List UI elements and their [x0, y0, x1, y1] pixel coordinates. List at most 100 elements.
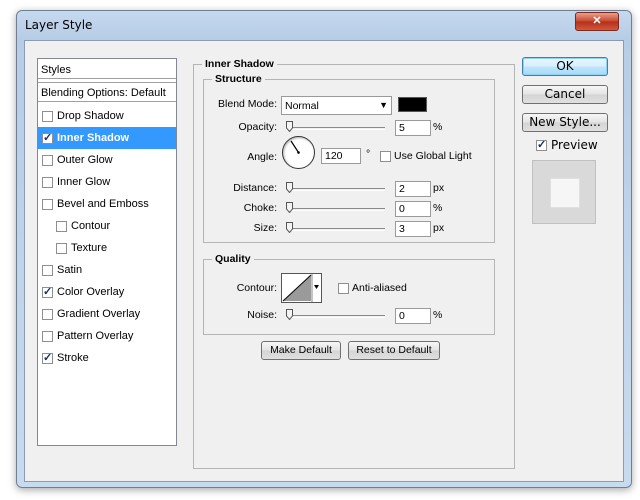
bevel-emboss-checkbox[interactable] — [42, 198, 53, 210]
choke-unit: % — [433, 202, 443, 214]
anti-aliased-checkbox[interactable] — [338, 283, 349, 294]
style-item-drop-shadow[interactable]: Drop Shadow — [38, 105, 176, 127]
angle-label: Angle: — [247, 151, 277, 163]
structure-title: Structure — [212, 73, 265, 85]
size-label: Size: — [253, 222, 277, 234]
size-input[interactable] — [395, 221, 431, 237]
close-button[interactable]: ✕ — [575, 12, 619, 31]
cancel-button[interactable]: Cancel — [522, 85, 608, 104]
style-item-texture[interactable]: Texture — [38, 237, 176, 259]
size-slider-track[interactable] — [288, 228, 385, 231]
distance-unit: px — [433, 182, 445, 194]
style-item-label: Bevel and Emboss — [57, 198, 149, 210]
ok-button[interactable]: OK — [522, 57, 608, 76]
use-global-light-checkbox[interactable] — [380, 151, 391, 162]
style-item-contour[interactable]: Contour — [38, 215, 176, 237]
structure-group: Structure Blend Mode: Normal ▼ Opacity: … — [203, 73, 495, 243]
noise-slider-track[interactable] — [288, 315, 385, 318]
chevron-down-icon: ▼ — [379, 100, 388, 110]
inner-shadow-checkbox[interactable] — [42, 131, 53, 144]
style-item-outer-glow[interactable]: Outer Glow — [38, 149, 176, 171]
opacity-input[interactable] — [395, 120, 431, 136]
styles-header[interactable]: Styles — [38, 59, 176, 79]
style-item-label: Texture — [71, 242, 108, 254]
shadow-color-swatch[interactable] — [398, 97, 427, 112]
angle-needle-icon — [290, 140, 300, 154]
panel-title: Inner Shadow — [202, 58, 277, 70]
style-item-label: Satin — [57, 264, 83, 276]
inner-glow-checkbox[interactable] — [42, 176, 53, 188]
style-item-stroke[interactable]: Stroke — [38, 347, 176, 369]
layer-style-dialog: Layer Style ✕ Styles Blending Options: D… — [16, 10, 632, 488]
inner-shadow-panel: Inner Shadow Structure Blend Mode: Norma… — [193, 58, 515, 469]
satin-checkbox[interactable] — [42, 264, 53, 276]
style-item-label: Contour — [71, 220, 111, 232]
pattern-overlay-checkbox[interactable] — [42, 330, 53, 342]
style-item-label: Outer Glow — [57, 154, 113, 166]
reset-to-default-button[interactable]: Reset to Default — [348, 341, 440, 360]
style-item-bevel-emboss[interactable]: Bevel and Emboss — [38, 193, 176, 215]
style-item-pattern-overlay[interactable]: Pattern Overlay — [38, 325, 176, 347]
size-slider-thumb[interactable] — [286, 222, 293, 233]
style-item-label: Gradient Overlay — [57, 308, 141, 320]
color-overlay-checkbox[interactable] — [42, 285, 53, 298]
noise-label: Noise: — [247, 309, 277, 321]
style-item-label: Inner Shadow — [57, 132, 130, 144]
blend-mode-select[interactable]: Normal ▼ — [281, 96, 392, 115]
style-item-label: Drop Shadow — [57, 110, 124, 122]
angle-input[interactable] — [321, 148, 361, 164]
opacity-slider-track[interactable] — [288, 127, 385, 130]
angle-dial[interactable] — [282, 136, 315, 169]
texture-checkbox[interactable] — [56, 242, 67, 254]
style-item-label: Inner Glow — [57, 176, 111, 188]
preview-checkbox[interactable] — [536, 138, 547, 151]
choke-slider-track[interactable] — [288, 208, 385, 211]
blend-mode-value: Normal — [285, 100, 319, 112]
dialog-client-area: Styles Blending Options: Default Drop Sh… — [24, 40, 624, 482]
quality-group: Quality Contour: Anti-aliased Noise: % — [203, 253, 495, 335]
choke-label: Choke: — [243, 202, 277, 214]
distance-slider-track[interactable] — [288, 188, 385, 191]
contour-preview-icon — [282, 274, 319, 302]
blend-mode-label: Blend Mode: — [218, 98, 277, 110]
style-item-color-overlay[interactable]: Color Overlay — [38, 281, 176, 303]
style-item-label: Pattern Overlay — [57, 330, 134, 342]
blending-options-item[interactable]: Blending Options: Default — [38, 82, 176, 102]
opacity-slider-thumb[interactable] — [286, 121, 293, 132]
dialog-title: Layer Style — [25, 18, 93, 32]
outer-glow-checkbox[interactable] — [42, 154, 53, 166]
contour-checkbox[interactable] — [56, 220, 67, 232]
style-item-satin[interactable]: Satin — [38, 259, 176, 281]
choke-slider-thumb[interactable] — [286, 202, 293, 213]
noise-slider-thumb[interactable] — [286, 309, 293, 320]
style-item-inner-shadow[interactable]: Inner Shadow — [38, 127, 176, 149]
style-item-label: Stroke — [57, 352, 89, 364]
drop-shadow-checkbox[interactable] — [42, 110, 53, 122]
new-style-button[interactable]: New Style... — [522, 113, 608, 132]
style-item-inner-glow[interactable]: Inner Glow — [38, 171, 176, 193]
styles-list: Styles Blending Options: Default Drop Sh… — [37, 58, 177, 446]
distance-label: Distance: — [233, 182, 277, 194]
style-item-gradient-overlay[interactable]: Gradient Overlay — [38, 303, 176, 325]
make-default-button[interactable]: Make Default — [261, 341, 341, 360]
contour-picker[interactable] — [281, 273, 322, 303]
distance-input[interactable] — [395, 181, 431, 197]
use-global-light-label: Use Global Light — [394, 150, 472, 162]
preview-label: Preview — [551, 138, 598, 152]
contour-label: Contour: — [236, 282, 277, 294]
quality-title: Quality — [212, 253, 254, 265]
preview-thumbnail — [532, 160, 596, 224]
preview-swatch — [550, 178, 580, 208]
title-bar[interactable]: Layer Style ✕ — [17, 11, 631, 39]
noise-input[interactable] — [395, 308, 431, 324]
size-unit: px — [433, 222, 445, 234]
anti-aliased-label: Anti-aliased — [352, 282, 407, 294]
style-item-label: Color Overlay — [57, 286, 125, 298]
close-icon: ✕ — [592, 15, 602, 27]
opacity-unit: % — [433, 121, 443, 133]
choke-input[interactable] — [395, 201, 431, 217]
stroke-checkbox[interactable] — [42, 351, 53, 364]
gradient-overlay-checkbox[interactable] — [42, 308, 53, 320]
angle-unit: ° — [366, 148, 371, 160]
distance-slider-thumb[interactable] — [286, 182, 293, 193]
